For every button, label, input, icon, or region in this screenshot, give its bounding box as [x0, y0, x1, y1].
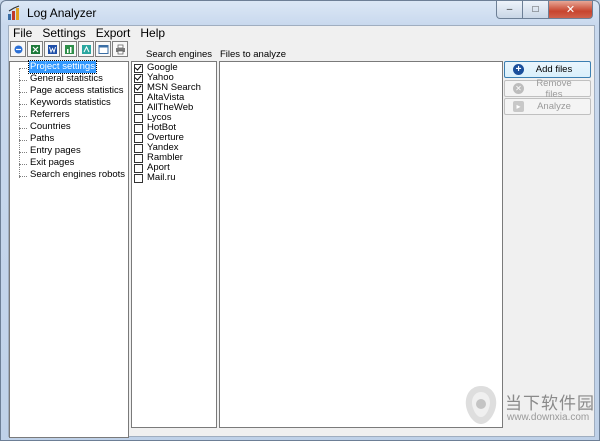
add-files-button[interactable]: + Add files [504, 61, 591, 78]
maximize-button[interactable]: □ [523, 1, 549, 19]
checkbox[interactable] [134, 163, 143, 173]
checkbox[interactable] [134, 173, 143, 183]
checkbox[interactable] [134, 93, 143, 103]
watermark-logo-icon [461, 384, 501, 426]
close-button[interactable]: ✕ [549, 1, 593, 19]
caption-buttons: – □ ✕ [496, 1, 593, 19]
search-engines-list: Google Yahoo MSN Search AltaVista AllThe… [131, 61, 217, 428]
watermark: 当下软件园 www.downxia.com [459, 384, 595, 428]
excel-chart-icon[interactable] [61, 41, 77, 57]
menu-bar: File Settings Export Help [9, 26, 594, 40]
excel-export-icon[interactable] [27, 41, 43, 57]
web-page-icon[interactable] [95, 41, 111, 57]
print-icon[interactable] [112, 41, 128, 57]
checkbox[interactable] [134, 153, 143, 163]
app-window: Log Analyzer – □ ✕ File Settings Export … [0, 0, 600, 441]
remove-icon: ✕ [513, 83, 524, 94]
files-list[interactable] [219, 61, 503, 428]
menu-file[interactable]: File [9, 26, 37, 40]
checkbox[interactable] [134, 123, 143, 133]
plus-icon: + [513, 64, 524, 75]
menu-export[interactable]: Export [91, 26, 136, 40]
checkbox[interactable] [134, 73, 143, 83]
toolbar [10, 41, 128, 57]
checkbox[interactable] [134, 103, 143, 113]
remove-files-button[interactable]: ✕ Remove files [504, 78, 591, 100]
title-bar[interactable]: Log Analyzer – □ ✕ [1, 1, 599, 25]
checkbox[interactable] [134, 63, 143, 73]
minimize-button[interactable]: – [496, 1, 523, 19]
app-logo-icon [7, 5, 23, 21]
checkbox[interactable] [134, 133, 143, 143]
search-engine-mail-ru[interactable]: Mail.ru [134, 173, 176, 183]
analyze-button[interactable]: ▸ Analyze [504, 98, 591, 115]
files-to-analyze-label: Files to analyze [220, 49, 287, 60]
window-title: Log Analyzer [27, 6, 97, 20]
checkbox[interactable] [134, 113, 143, 123]
menu-settings[interactable]: Settings [37, 26, 90, 40]
watermark-brand: 当下软件园 [505, 394, 595, 414]
ie-export-icon[interactable] [10, 41, 26, 57]
checkbox[interactable] [134, 143, 143, 153]
menu-help[interactable]: Help [135, 26, 170, 40]
report-tree[interactable]: Project settings General statistics Page… [9, 60, 129, 438]
checkbox[interactable] [134, 83, 143, 93]
client-area: File Settings Export Help Project settin… [8, 25, 595, 438]
analyze-icon: ▸ [513, 101, 524, 112]
search-engines-label: Search engines [146, 49, 213, 60]
watermark-url: www.downxia.com [507, 412, 590, 423]
word-export-icon[interactable] [44, 41, 60, 57]
pdf-export-icon[interactable] [78, 41, 94, 57]
